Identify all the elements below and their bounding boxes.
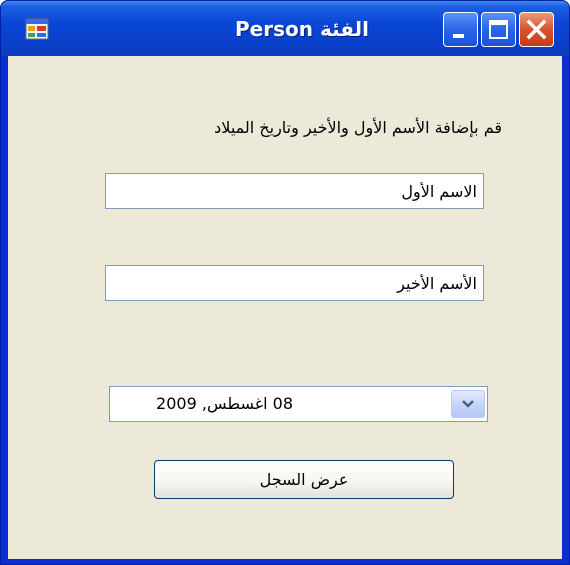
close-button[interactable] (519, 12, 554, 47)
app-window-icon[interactable] (25, 17, 49, 41)
first-name-input[interactable] (105, 173, 484, 209)
window-title: الفئة Person (235, 17, 369, 41)
instruction-label: قم بإضافة الأسم الأول والأخير وتاريخ الم… (214, 118, 502, 137)
title-bar[interactable]: الفئة Person (1, 1, 569, 56)
last-name-input[interactable] (105, 265, 484, 301)
minimize-button[interactable] (443, 12, 478, 47)
date-dropdown-button[interactable] (451, 390, 485, 418)
maximize-icon (489, 20, 508, 39)
maximize-button[interactable] (481, 12, 516, 47)
minimize-icon (453, 34, 464, 38)
show-record-button[interactable]: عرض السجل (154, 460, 454, 499)
close-icon (526, 19, 547, 40)
chevron-down-icon (462, 400, 474, 408)
birth-date-value: 08 اغسطس, 2009 (156, 394, 293, 413)
birth-date-picker[interactable]: 08 اغسطس, 2009 (109, 386, 488, 422)
main-window: الفئة Person قم بإضافة الأسم الأول والأخ… (0, 0, 570, 565)
form-client-area: قم بإضافة الأسم الأول والأخير وتاريخ الم… (8, 56, 562, 559)
